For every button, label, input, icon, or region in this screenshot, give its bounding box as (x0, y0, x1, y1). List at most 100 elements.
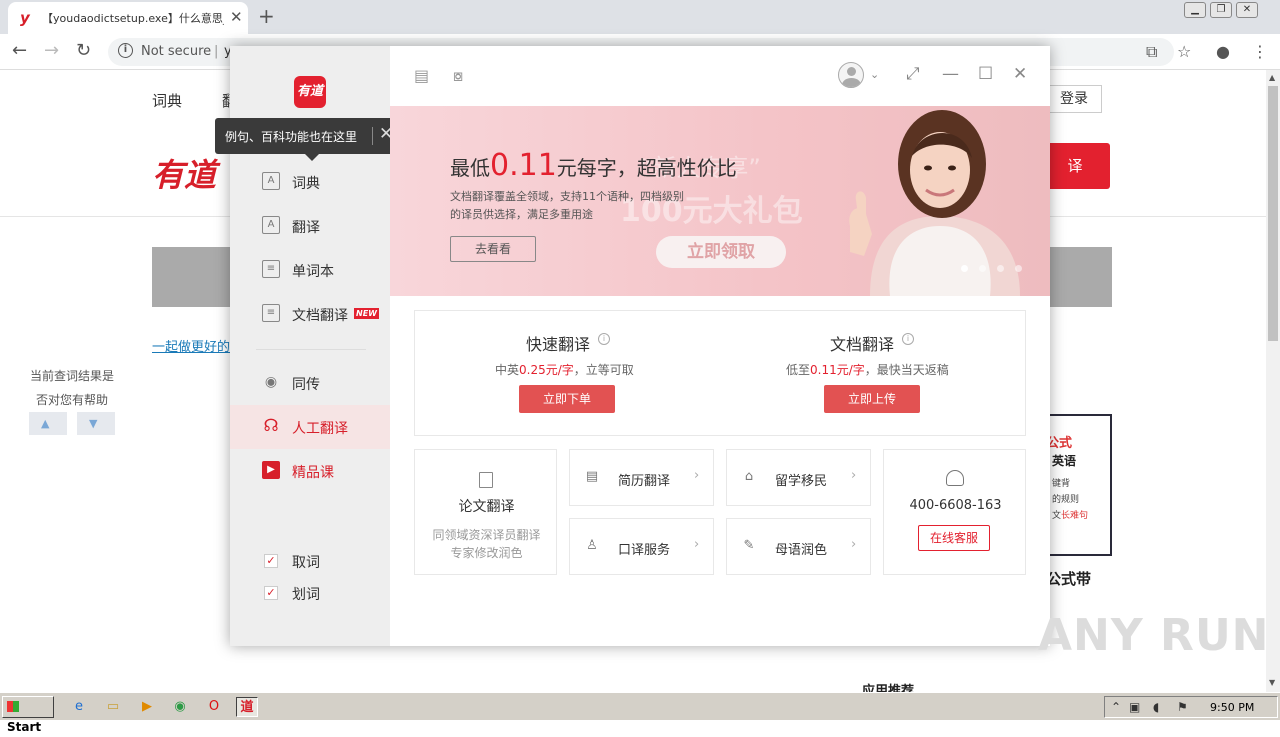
promo-banner[interactable]: “新人专享” 100元大礼包 最低0.11元每字，超高性价比 文档翻译覆盖全领域… (390, 106, 1050, 296)
carousel-dot-4[interactable] (1015, 265, 1022, 272)
sidebar-item-wordbook[interactable]: ≡ 单词本 (230, 248, 390, 292)
edit-icon: ✎ (743, 538, 755, 553)
tab-title: 【youdaodictsetup.exe】什么意思_英 (42, 12, 224, 25)
resume-translation-card[interactable]: ▤ 简历翻译 › (569, 449, 714, 506)
youdao-app-window: 有道 A 词典 A 翻译 ≡ 单词本 ≡ 文档翻译 NEW ◉ 同传 ☊ 人工翻… (215, 46, 1050, 646)
close-icon[interactable]: ✕ (1013, 64, 1027, 84)
opera-icon[interactable]: O (203, 697, 225, 717)
native-polish-card[interactable]: ✎ 母语润色 › (726, 518, 871, 575)
folder-icon[interactable]: ▭ (102, 697, 124, 717)
wordbook-icon: ≡ (262, 260, 280, 278)
chrome-icon[interactable]: ◉ (169, 697, 191, 717)
menu-kebab-icon[interactable]: ⋮ (1252, 42, 1268, 61)
screenshot-translate-icon[interactable]: ⧇ (453, 66, 463, 86)
taskbar: Start e ▭ ▶ ◉ O 道 ⌃ ▣ ◖ ⚑ 9:50 PM (0, 692, 1280, 734)
restore-window-button[interactable]: ❐ (1210, 2, 1232, 18)
close-tab-icon[interactable]: ✕ (230, 8, 243, 26)
profile-icon[interactable]: ● (1216, 42, 1230, 61)
minimize-icon[interactable]: — (942, 64, 959, 84)
course-icon: ▶ (262, 461, 280, 479)
online-service-button[interactable]: 在线客服 (918, 525, 990, 551)
sidebar-divider (256, 349, 366, 350)
info-icon[interactable]: i (118, 43, 133, 58)
sidebar-item-label: 词典 (292, 176, 320, 192)
banner-subtitle-line1: 文档翻译覆盖全领域，支持11个语种，四档级别 (450, 190, 684, 203)
flag-icon[interactable]: ⚑ (1177, 700, 1188, 714)
chevron-down-icon[interactable]: ⌄ (870, 68, 879, 81)
order-now-button[interactable]: 立即下单 (519, 385, 615, 413)
up-triangle-icon: ▲ (41, 417, 50, 430)
security-label: Not secure (141, 44, 212, 59)
sidebar-item-label: 精品课 (292, 465, 334, 481)
sidebar-item-human-translation[interactable]: ☊ 人工翻译 (230, 405, 390, 449)
bookmark-star-icon[interactable]: ☆ (1177, 42, 1191, 61)
notes-icon[interactable]: ▤ (414, 66, 429, 85)
ie-icon[interactable]: e (68, 697, 90, 717)
mini-mode-icon[interactable]: ⤢ (906, 64, 920, 84)
nav-dictionary[interactable]: 词典 (152, 90, 182, 111)
carousel-dot-1[interactable] (961, 265, 968, 272)
page-scrollbar[interactable]: ▲ ▼ (1266, 70, 1280, 692)
user-avatar[interactable] (838, 62, 864, 88)
translate-icon: A (262, 216, 280, 234)
document-translate-title: 文档翻译 (830, 335, 895, 354)
close-window-button[interactable]: ✕ (1236, 2, 1258, 18)
resume-label: 简历翻译 (618, 474, 671, 489)
ad-line2: 英语 (1052, 454, 1077, 468)
tray-expand-icon[interactable]: ⌃ (1111, 700, 1121, 714)
sidebar-item-label: 同传 (292, 377, 320, 393)
back-arrow-icon[interactable]: ← (12, 40, 27, 61)
chevron-right-icon: › (851, 468, 857, 483)
paper-translation-card[interactable]: 论文翻译 同领域资深译员翻译 专家修改润色 (414, 449, 557, 575)
tooltip-divider (372, 127, 373, 145)
capture-word-checkbox[interactable]: ✓ (264, 554, 278, 568)
youdao-favicon-icon: y (20, 9, 30, 27)
together-link[interactable]: 一起做更好的 (152, 336, 230, 355)
sidebar-item-course[interactable]: ▶ 精品课 (230, 449, 390, 493)
ad-card[interactable]: 公式 英语 键背 的规则 文长难句 (1046, 414, 1112, 556)
youdao-logo[interactable]: 有道 (152, 150, 216, 196)
login-button[interactable]: 登录 (1046, 85, 1102, 113)
forward-arrow-icon[interactable]: → (44, 40, 59, 61)
study-abroad-card[interactable]: ⌂ 留学移民 › (726, 449, 871, 506)
media-player-icon[interactable]: ▶ (136, 697, 158, 717)
network-icon[interactable]: ▣ (1129, 700, 1140, 714)
banner-view-button[interactable]: 去看看 (450, 236, 536, 262)
sidebar-item-dictionary[interactable]: A 词典 (230, 160, 390, 204)
document-translate-desc: 低至0.11元/字，最快当天返稿 (786, 363, 949, 377)
chevron-right-icon: › (694, 537, 700, 552)
reload-icon[interactable]: ↻ (76, 40, 91, 61)
sidebar-item-document-translate[interactable]: ≡ 文档翻译 NEW (230, 292, 390, 336)
browser-tab[interactable]: y 【youdaodictsetup.exe】什么意思_英 ✕ (8, 2, 248, 34)
interpreting-service-card[interactable]: ♙ 口译服务 › (569, 518, 714, 575)
vote-down-button[interactable]: ▼ (77, 412, 115, 435)
select-word-checkbox[interactable]: ✓ (264, 586, 278, 600)
info-icon[interactable]: i (902, 333, 914, 345)
browser-tab-strip: y 【youdaodictsetup.exe】什么意思_英 ✕ + ▁ ❐ ✕ (0, 0, 1280, 34)
sidebar-item-translate[interactable]: A 翻译 (230, 204, 390, 248)
translate-button[interactable]: 译 (1040, 143, 1110, 189)
vote-up-button[interactable]: ▲ (29, 412, 67, 435)
carousel-dot-3[interactable] (997, 265, 1004, 272)
carousel-dot-2[interactable] (979, 265, 986, 272)
new-tab-icon[interactable]: + (258, 4, 275, 28)
scroll-up-icon[interactable]: ▲ (1269, 73, 1275, 82)
scroll-down-icon[interactable]: ▼ (1269, 678, 1275, 687)
start-button[interactable]: Start (2, 696, 54, 734)
windows-logo-icon (7, 701, 19, 712)
down-triangle-icon: ▼ (89, 417, 98, 430)
translate-page-icon[interactable]: ⧉ (1146, 42, 1157, 62)
youdao-taskbar-icon[interactable]: 道 (236, 697, 258, 717)
maximize-icon[interactable]: ☐ (978, 64, 993, 84)
ad-line5: 文长难句 (1052, 511, 1089, 521)
avatar-head (847, 67, 856, 76)
address-divider: | (214, 44, 219, 59)
sidebar-item-interpreting[interactable]: ◉ 同传 (230, 361, 390, 405)
banner-subtitle-line2: 的译员供选择，满足多重用途 (450, 208, 593, 221)
banner-claim-button[interactable]: 立即领取 (656, 236, 786, 268)
minimize-window-button[interactable]: ▁ (1184, 2, 1206, 18)
upload-now-button[interactable]: 立即上传 (824, 385, 920, 413)
scrollbar-thumb[interactable] (1268, 86, 1278, 341)
volume-icon[interactable]: ◖ (1153, 700, 1159, 714)
info-icon[interactable]: i (598, 333, 610, 345)
